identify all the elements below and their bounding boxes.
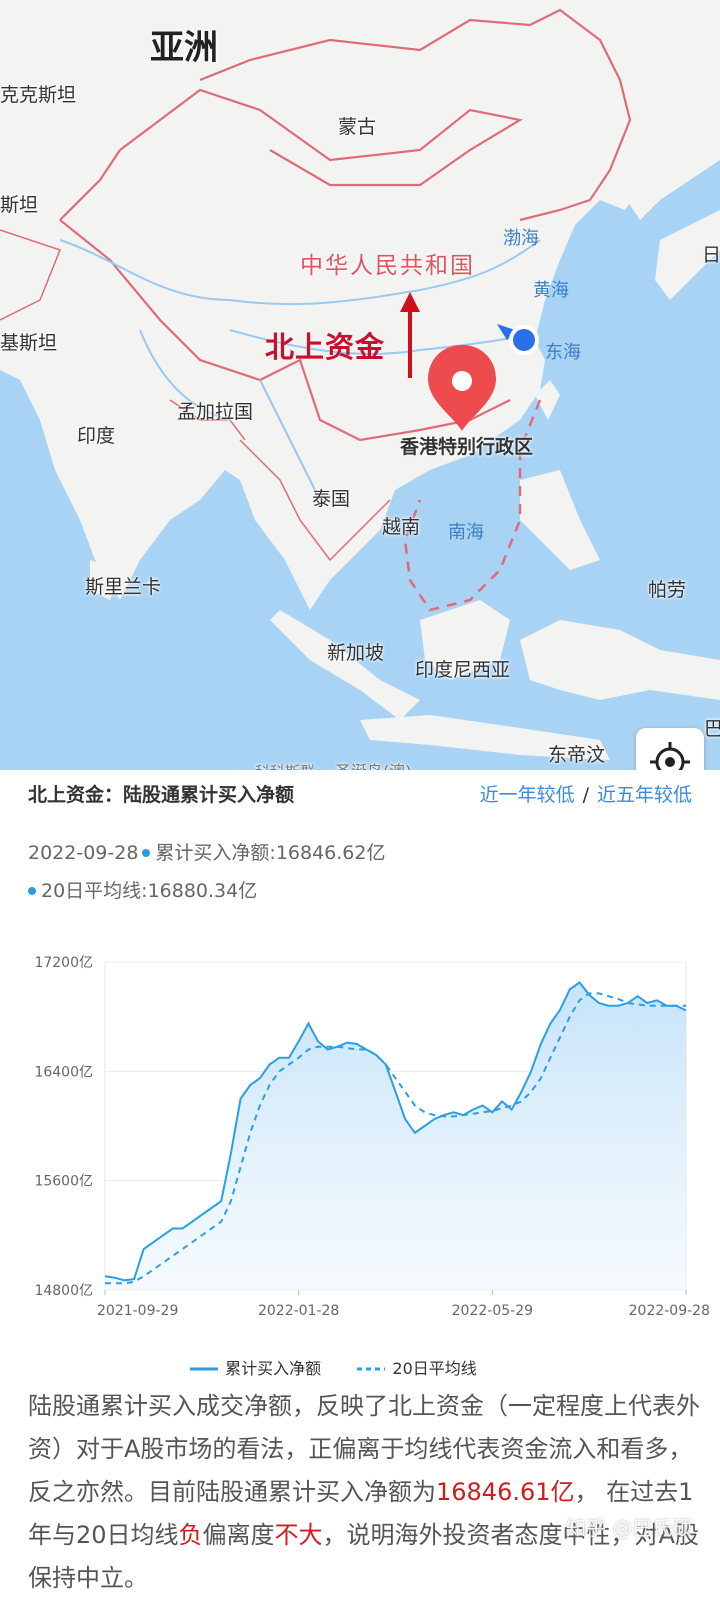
place-label: 斯坦 — [0, 194, 39, 216]
panel-title: 北上资金：陆股通累计买入净额 — [28, 784, 295, 806]
y-tick-label: 17200亿 — [34, 955, 93, 971]
compare-links: 近一年较低 / 近五年较低 — [480, 780, 692, 807]
watermark: 知乎 @巴氏硕 — [566, 1516, 693, 1540]
desc-small: 不大 — [274, 1521, 323, 1549]
area-fill — [105, 982, 686, 1290]
map-pin-icon[interactable] — [426, 343, 498, 433]
chart-legend: 累计买入净额 20日平均线 — [190, 1355, 477, 1379]
tooltip-cum: 累计买入净额:16846.62亿 — [155, 842, 386, 864]
legend-dashed-swatch — [357, 1367, 386, 1371]
series-dot — [142, 849, 151, 857]
place-label: 日 — [702, 244, 720, 266]
current-location-icon — [497, 324, 539, 355]
desc-part: 偏离度 — [202, 1521, 275, 1549]
desc-value: 16846.61亿 — [436, 1478, 575, 1506]
chart-area-fill — [105, 982, 686, 1290]
tooltip-line-1: 2022-09-28 累计买入净额:16846.62亿 — [28, 838, 385, 865]
legend-solid-swatch — [190, 1367, 218, 1371]
link-separator: / — [582, 784, 589, 806]
place-label: 印度尼西亚 — [415, 659, 511, 681]
sea-label: 南海 — [448, 522, 484, 543]
x-tick-label: 2022-09-28 — [629, 1303, 710, 1319]
y-axis-ticks: 17200亿 16400亿 15600亿 14800亿 — [34, 955, 93, 1299]
place-label: 蒙古 — [338, 116, 377, 138]
place-label: 印度 — [77, 425, 116, 447]
place-label: 巴 — [704, 718, 720, 740]
y-tick-label: 14800亿 — [34, 1283, 93, 1299]
link-year[interactable]: 近一年较低 — [480, 784, 575, 806]
place-label: 越南 — [382, 516, 421, 538]
series-dot — [28, 887, 36, 895]
country-label: 中华人民共和国 — [300, 253, 475, 279]
arrow-up-icon — [400, 292, 420, 378]
x-axis-ticks: 2021-09-29 2022-01-28 2022-05-29 2022-09-28 — [97, 1303, 710, 1319]
place-label: 泰国 — [312, 488, 351, 510]
x-tick-label: 2021-09-29 — [97, 1303, 178, 1319]
panel-header: 北上资金：陆股通累计买入净额 近一年较低 / 近五年较低 — [0, 770, 720, 826]
description-text: 陆股通累计买入成交净额，反映了北上资金（一定程度上代表外资）对于A股市场的看法，… — [28, 1385, 708, 1600]
tooltip-date: 2022-09-28 — [28, 842, 139, 864]
place-label-hk[interactable]: 香港特别行政区 — [400, 432, 533, 459]
desc-negative: 负 — [178, 1521, 203, 1549]
link-five-year[interactable]: 近五年较低 — [597, 784, 692, 806]
continent-label: 亚洲 — [150, 28, 218, 68]
line-chart[interactable]: 17200亿 16400亿 15600亿 14800亿 2021-09-29 2022-… — [0, 940, 720, 1330]
legend-s1: 累计买入净额 — [225, 1359, 322, 1378]
place-label: 孟加拉国 — [177, 401, 254, 423]
sea-label: 黄海 — [533, 280, 569, 301]
y-tick-label: 16400亿 — [34, 1064, 93, 1080]
annotation-text: 北上资金 — [265, 330, 386, 364]
place-label: 帕劳 — [648, 579, 687, 601]
place-label: 斯里兰卡 — [85, 576, 162, 598]
x-tick-label: 2022-05-29 — [452, 1303, 533, 1319]
place-label: 新加坡 — [327, 642, 385, 664]
tooltip-ma: 20日平均线:16880.34亿 — [41, 880, 258, 902]
legend-s2: 20日平均线 — [392, 1359, 477, 1378]
place-label: 克克斯坦 — [0, 84, 77, 106]
x-tick-label: 2022-01-28 — [258, 1303, 339, 1319]
sea-label: 东海 — [545, 342, 581, 363]
sea-label: 渤海 — [503, 228, 539, 249]
y-tick-label: 15600亿 — [34, 1174, 93, 1190]
place-label: 基斯坦 — [0, 332, 58, 354]
place-label: 东帝汶 — [548, 744, 606, 766]
tooltip-line-2: 20日平均线:16880.34亿 — [24, 876, 257, 903]
map-view[interactable]: 亚洲 克克斯坦 蒙古 斯坦 渤海 日 黄海 东海 基斯坦 孟加拉国 印度 香港特… — [0, 0, 720, 778]
